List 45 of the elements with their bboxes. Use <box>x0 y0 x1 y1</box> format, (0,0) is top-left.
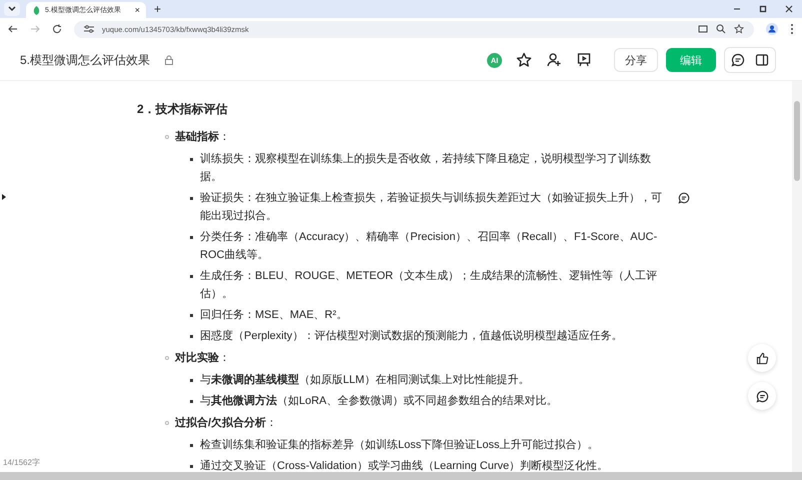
list-item-text: 回归任务：MSE、MAE、R²。 <box>200 308 348 323</box>
list-item-text: 对比实验： <box>175 350 230 366</box>
new-tab-button[interactable]: + <box>154 2 162 16</box>
menu-icon[interactable] <box>790 23 794 35</box>
presentation-icon[interactable] <box>576 52 592 68</box>
zoom-icon[interactable] <box>716 24 726 34</box>
list-item-text: 基础指标： <box>175 130 230 145</box>
list-item-text: 分类任务：准确率（Accuracy）、精确率（Precision）、召回率（Recall）、F1-Score、AUC-ROC曲线等。 <box>200 230 658 263</box>
profile-icon[interactable] <box>766 23 778 35</box>
list-item-text: 检查训练集和验证集的指标差异（如训练Loss下降但验证Loss上升可能过拟合）。 <box>200 438 600 453</box>
site-settings-icon[interactable] <box>84 25 94 33</box>
reload-icon[interactable] <box>52 24 62 34</box>
back-icon[interactable] <box>8 24 18 34</box>
comment-icon[interactable] <box>731 53 745 67</box>
lock-icon <box>164 55 174 65</box>
list-item-text: 通过交叉验证（Cross-Validation）或学习曲线（Learning Curve）判断模型泛化性。 <box>200 458 610 472</box>
like-button[interactable] <box>748 344 776 372</box>
caret-icon <box>2 194 6 200</box>
cast-icon[interactable] <box>698 24 708 34</box>
list-item-text: 训练损失：观察模型在训练集上的损失是否收敛，若持续下降且稳定，说明模型学习了训练数据。 <box>200 152 652 185</box>
add-user-icon[interactable] <box>546 52 562 68</box>
tab-list-icon[interactable] <box>4 2 20 16</box>
document-title: 5.模型微调怎么评估效果 <box>20 52 150 68</box>
section-heading: 2．技术指标评估 <box>137 101 229 118</box>
vertical-scrollbar[interactable] <box>792 81 802 472</box>
comment-button[interactable] <box>748 382 776 410</box>
list-item-text: 与其他微调方法（如LoRA、全参数微调）或不同超参数组合的结果对比。 <box>200 394 559 409</box>
bookmark-star-icon[interactable] <box>734 24 744 34</box>
list-item-text: 困惑度（Perplexity）：评估模型对测试数据的预测能力，值越低说明模型越适应任务。 <box>200 328 624 344</box>
list-item-text: 生成任务：BLEU、ROUGE、METEOR（文本生成）；生成结果的流畅性、逻辑性等（人工评估）。 <box>200 268 658 302</box>
horizontal-scrollbar[interactable] <box>0 472 802 480</box>
leaf-icon <box>32 6 41 14</box>
list-item-text: 过拟合/欠拟合分析： <box>175 416 278 431</box>
thumbs-up-icon <box>756 352 768 364</box>
word-count: 14/1562字 <box>3 457 40 468</box>
star-icon[interactable] <box>516 52 532 68</box>
sidebar-icon[interactable] <box>755 53 769 67</box>
comment-icon[interactable] <box>678 192 690 204</box>
list-item-text: 验证损失：在独立验证集上检查损失，若验证损失与训练损失差距过大（如验证损失上升），可能出现过拟合。 <box>200 190 662 224</box>
list-item-text: 与未微调的基线模型（如原版LLM）在相同测试集上对比性能提升。 <box>200 372 530 388</box>
close-icon[interactable] <box>784 4 794 14</box>
close-tab-button[interactable]: × <box>134 5 140 15</box>
comment-icon <box>756 390 768 402</box>
restore-icon[interactable] <box>758 4 768 14</box>
share-button[interactable]: 分享 <box>614 48 658 72</box>
